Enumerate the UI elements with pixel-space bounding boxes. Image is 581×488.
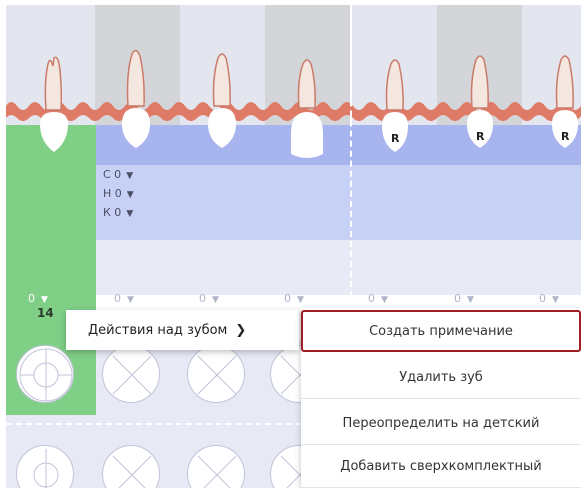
- tooth[interactable]: [287, 50, 327, 165]
- tooth[interactable]: R: [545, 48, 581, 158]
- tooth-actions-submenu: Создать примечание Удалить зуб Переопред…: [301, 308, 581, 488]
- caret-down-icon: ▼: [126, 209, 134, 219]
- mobility-panel: [96, 240, 581, 295]
- mobility-select[interactable]: 0 ▼: [368, 292, 388, 305]
- tooth-surface-circle[interactable]: [16, 445, 74, 488]
- tooth-surface-circle[interactable]: [102, 345, 160, 403]
- mobility-select[interactable]: 0 ▼: [454, 292, 474, 305]
- tooth[interactable]: R: [375, 52, 415, 162]
- root-zone-strip: [96, 125, 581, 165]
- tooth-number: 14: [37, 306, 54, 320]
- caret-down-icon: ▼: [127, 295, 134, 305]
- mobility-select[interactable]: 0 ▼: [199, 292, 219, 305]
- tooth-14[interactable]: [34, 52, 74, 162]
- caret-down-icon: ▼: [297, 295, 304, 305]
- add-supernumerary-item[interactable]: Добавить сверхкомплектный: [301, 446, 581, 488]
- caret-down-icon: ▼: [41, 295, 48, 305]
- context-menu-tooth-actions[interactable]: Действия над зубом ❯: [66, 310, 299, 350]
- check-select-k[interactable]: К 0 ▼: [103, 206, 133, 219]
- tooth[interactable]: [202, 46, 242, 156]
- caret-down-icon: ▼: [381, 295, 388, 305]
- mobility-select[interactable]: 0 ▼: [284, 292, 304, 305]
- tooth-surface-circle[interactable]: [16, 345, 74, 403]
- tooth[interactable]: R: [460, 48, 500, 158]
- diagnosis-panel: [96, 165, 581, 240]
- tooth[interactable]: [116, 44, 156, 154]
- tooth-surface-circle[interactable]: [187, 345, 245, 403]
- mobility-select[interactable]: 0 ▼: [114, 292, 134, 305]
- tooth-surface-circle[interactable]: [187, 445, 245, 488]
- mobility-select[interactable]: 0 ▼: [28, 292, 48, 305]
- tooth-surface-circle[interactable]: [102, 445, 160, 488]
- tooth-actions-label: Действия над зубом: [88, 322, 228, 338]
- mobility-select[interactable]: 0 ▼: [539, 292, 559, 305]
- check-select-h[interactable]: Н 0 ▼: [103, 187, 134, 200]
- delete-tooth-item[interactable]: Удалить зуб: [301, 357, 581, 399]
- caret-down-icon: ▼: [126, 190, 134, 200]
- dental-chart: R R R С 0 ▼ Н 0 ▼ К 0 ▼ 0 ▼ 0 ▼ 0 ▼ 0 ▼ 0 ▼ 0 ▼ 0…: [0, 0, 581, 488]
- restoration-marker: R: [561, 130, 570, 143]
- caret-down-icon: ▼: [467, 295, 474, 305]
- caret-down-icon: ▼: [126, 171, 134, 181]
- restoration-marker: R: [476, 130, 485, 143]
- check-select-c[interactable]: С 0 ▼: [103, 168, 133, 181]
- create-note-item[interactable]: Создать примечание: [301, 310, 581, 352]
- caret-down-icon: ▼: [552, 295, 559, 305]
- restoration-marker: R: [391, 132, 400, 145]
- caret-down-icon: ▼: [212, 295, 219, 305]
- redefine-as-child-item[interactable]: Переопределить на детский: [301, 403, 581, 445]
- chevron-right-icon: ❯: [235, 322, 247, 338]
